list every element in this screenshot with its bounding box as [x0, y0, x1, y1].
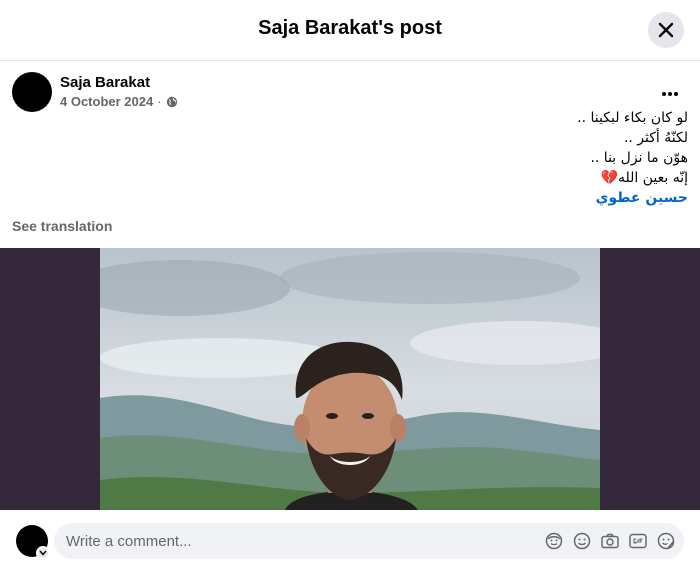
chevron-down-icon	[39, 550, 47, 556]
dialog-title: Saja Barakat's post	[258, 17, 442, 39]
avatar-sticker-button[interactable]	[544, 531, 564, 551]
post-date[interactable]: 4 October 2024	[60, 94, 153, 109]
close-button[interactable]	[648, 12, 684, 48]
photo-button[interactable]	[600, 531, 620, 551]
comment-input[interactable]	[66, 523, 536, 559]
camera-icon	[601, 533, 619, 549]
see-translation-link[interactable]: See translation	[12, 218, 112, 234]
meta-separator: ·	[157, 94, 162, 109]
profile-switch-badge[interactable]	[36, 546, 50, 560]
sticker-icon	[657, 532, 675, 550]
post-message: لو كان بكاء لبكينا .. لكنّهُ أكثر .. هوّ…	[188, 108, 688, 208]
post-text-line: لو كان بكاء لبكينا ..	[577, 110, 688, 126]
post-meta: 4 October 2024 ·	[60, 94, 178, 109]
dialog-header: Saja Barakat's post	[0, 0, 700, 61]
post-tag-link[interactable]: حسين عطوي	[188, 188, 688, 208]
globe-icon[interactable]	[166, 96, 178, 108]
author-avatar[interactable]	[12, 72, 52, 112]
emoji-icon	[573, 532, 591, 550]
post-options-button[interactable]	[654, 78, 686, 110]
close-icon	[658, 22, 674, 38]
post-text-line: لكنّهُ أكثر ..	[623, 130, 688, 146]
gif-icon	[629, 533, 647, 549]
gif-button[interactable]	[628, 531, 648, 551]
post-media	[0, 248, 700, 510]
comment-composer	[0, 510, 700, 577]
post-photo[interactable]	[100, 248, 600, 510]
photo-illustration	[100, 248, 600, 510]
more-horizontal-icon	[662, 92, 678, 96]
post-text-line: هوّن ما نزل بنا ..	[590, 150, 688, 166]
author-name[interactable]: Saja Barakat	[60, 74, 150, 91]
emoji-button[interactable]	[572, 531, 592, 551]
comment-box	[54, 523, 684, 559]
sticker-button[interactable]	[656, 531, 676, 551]
post-text-line: إنّه بعين الله💔	[600, 170, 688, 186]
avatar-sticker-icon	[545, 532, 563, 550]
